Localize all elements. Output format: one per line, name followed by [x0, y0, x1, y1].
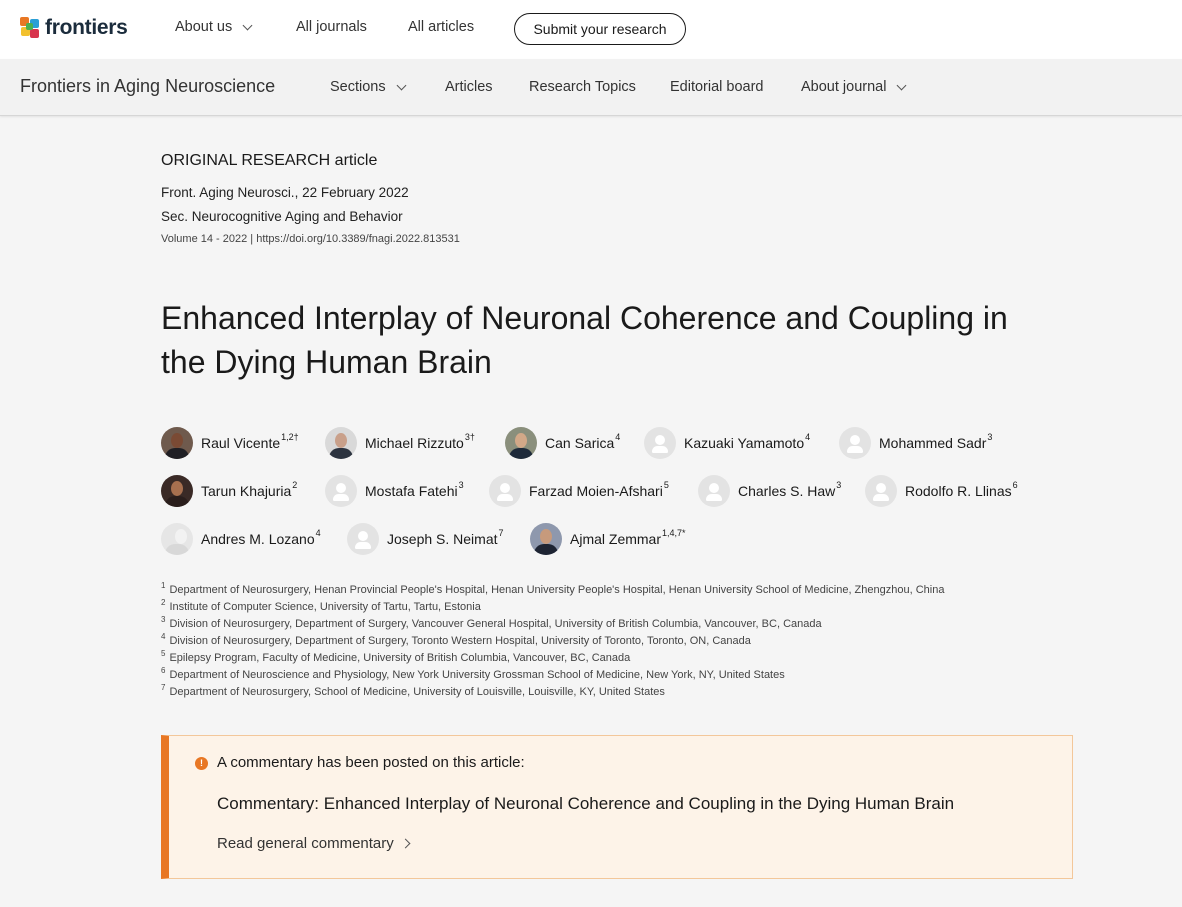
- author-name: Andres M. Lozano4: [201, 528, 321, 547]
- avatar-placeholder-icon: [644, 427, 676, 459]
- nav-all-articles[interactable]: All articles: [408, 19, 474, 35]
- author-farzad-moien-afshari[interactable]: Farzad Moien-Afshari5: [489, 475, 669, 507]
- frontiers-logo[interactable]: frontiers: [20, 15, 128, 41]
- article-citation: Front. Aging Neurosci., 22 February 2022: [161, 185, 409, 200]
- commentary-notice: ! A commentary has been posted on this a…: [161, 735, 1073, 879]
- author-raul-vicente[interactable]: Raul Vicente1,2†: [161, 427, 299, 459]
- author-name: Farzad Moien-Afshari5: [529, 480, 669, 499]
- avatar-placeholder-icon: [347, 523, 379, 555]
- author-avatar: [161, 475, 193, 507]
- article-volume-doi[interactable]: Volume 14 - 2022 | https://doi.org/10.33…: [161, 233, 460, 245]
- frontiers-logo-icon: [20, 17, 40, 39]
- article-type: ORIGINAL RESEARCH article: [161, 152, 378, 169]
- read-commentary-label: Read general commentary: [217, 835, 394, 852]
- avatar-placeholder-icon: [839, 427, 871, 459]
- commentary-title[interactable]: Commentary: Enhanced Interplay of Neuron…: [217, 794, 954, 814]
- author-name: Mostafa Fatehi3: [365, 480, 464, 499]
- author-mostafa-fatehi[interactable]: Mostafa Fatehi3: [325, 475, 464, 507]
- affiliation-2: 2 Institute of Computer Science, Universi…: [161, 598, 481, 613]
- author-avatar: [161, 427, 193, 459]
- chevron-down-icon: [242, 20, 253, 30]
- logo-text: frontiers: [45, 16, 128, 39]
- site-header: frontiers About us All journals All arti…: [0, 0, 1182, 59]
- author-avatar: [325, 427, 357, 459]
- nav-about-us-label: About us: [175, 19, 233, 35]
- chevron-right-icon: [400, 838, 411, 849]
- author-name: Rodolfo R. Llinas6: [905, 480, 1018, 499]
- affiliation-1: 1 Department of Neurosurgery, Henan Provi…: [161, 581, 945, 596]
- author-charles-haw[interactable]: Charles S. Haw3: [698, 475, 841, 507]
- affiliation-3: 3 Division of Neurosurgery, Department of…: [161, 615, 822, 630]
- submit-research-button[interactable]: Submit your research: [514, 13, 686, 45]
- author-rodolfo-llinas[interactable]: Rodolfo R. Llinas6: [865, 475, 1018, 507]
- author-name: Ajmal Zemmar1,4,7*: [570, 528, 686, 547]
- author-ajmal-zemmar[interactable]: Ajmal Zemmar1,4,7*: [530, 523, 686, 555]
- article-title: Enhanced Interplay of Neuronal Coherence…: [161, 300, 1008, 380]
- author-name: Raul Vicente1,2†: [201, 432, 299, 451]
- journal-nav-sections-label: Sections: [330, 79, 386, 95]
- author-joseph-neimat[interactable]: Joseph S. Neimat7: [347, 523, 504, 555]
- journal-nav: Frontiers in Aging Neuroscience Sections…: [0, 59, 1182, 116]
- avatar-placeholder-icon: [698, 475, 730, 507]
- author-avatar: [161, 523, 193, 555]
- author-avatar: [505, 427, 537, 459]
- author-name: Kazuaki Yamamoto4: [684, 432, 811, 451]
- author-can-sarica[interactable]: Can Sarica4: [505, 427, 620, 459]
- author-name: Can Sarica4: [545, 432, 621, 451]
- affiliation-7: 7 Department of Neurosurgery, School of M…: [161, 683, 665, 698]
- nav-all-journals[interactable]: All journals: [296, 19, 367, 35]
- author-name: Joseph S. Neimat7: [387, 528, 504, 547]
- author-tarun-khajuria[interactable]: Tarun Khajuria2: [161, 475, 297, 507]
- read-commentary-link[interactable]: Read general commentary: [217, 835, 411, 852]
- author-andres-lozano[interactable]: Andres M. Lozano4: [161, 523, 321, 555]
- avatar-placeholder-icon: [865, 475, 897, 507]
- commentary-intro: A commentary has been posted on this art…: [217, 754, 525, 771]
- author-michael-rizzuto[interactable]: Michael Rizzuto3†: [325, 427, 475, 459]
- author-name: Charles S. Haw3: [738, 480, 842, 499]
- journal-nav-research-topics[interactable]: Research Topics: [529, 79, 636, 95]
- author-name: Tarun Khajuria2: [201, 480, 298, 499]
- journal-nav-articles[interactable]: Articles: [445, 79, 493, 95]
- author-name: Michael Rizzuto3†: [365, 432, 475, 451]
- affiliation-5: 5 Epilepsy Program, Faculty of Medicine, …: [161, 649, 631, 664]
- affiliation-6: 6 Department of Neuroscience and Physiolo…: [161, 666, 785, 681]
- nav-about-us[interactable]: About us: [175, 19, 253, 35]
- avatar-placeholder-icon: [325, 475, 357, 507]
- journal-title[interactable]: Frontiers in Aging Neuroscience: [20, 76, 275, 97]
- alert-icon: !: [195, 757, 208, 770]
- author-avatar: [530, 523, 562, 555]
- affiliation-4: 4 Division of Neurosurgery, Department of…: [161, 632, 751, 647]
- chevron-down-icon: [396, 80, 407, 90]
- chevron-down-icon: [897, 80, 907, 90]
- author-mohammed-sadr[interactable]: Mohammed Sadr3: [839, 427, 992, 459]
- journal-nav-editorial-board[interactable]: Editorial board: [670, 79, 764, 95]
- journal-nav-about-journal[interactable]: About journal: [801, 79, 907, 95]
- journal-nav-sections[interactable]: Sections: [330, 79, 407, 95]
- author-kazuaki-yamamoto[interactable]: Kazuaki Yamamoto4: [644, 427, 810, 459]
- author-name: Mohammed Sadr3: [879, 432, 993, 451]
- avatar-placeholder-icon: [489, 475, 521, 507]
- journal-nav-about-journal-label: About journal: [801, 79, 887, 95]
- article-section: Sec. Neurocognitive Aging and Behavior: [161, 209, 403, 224]
